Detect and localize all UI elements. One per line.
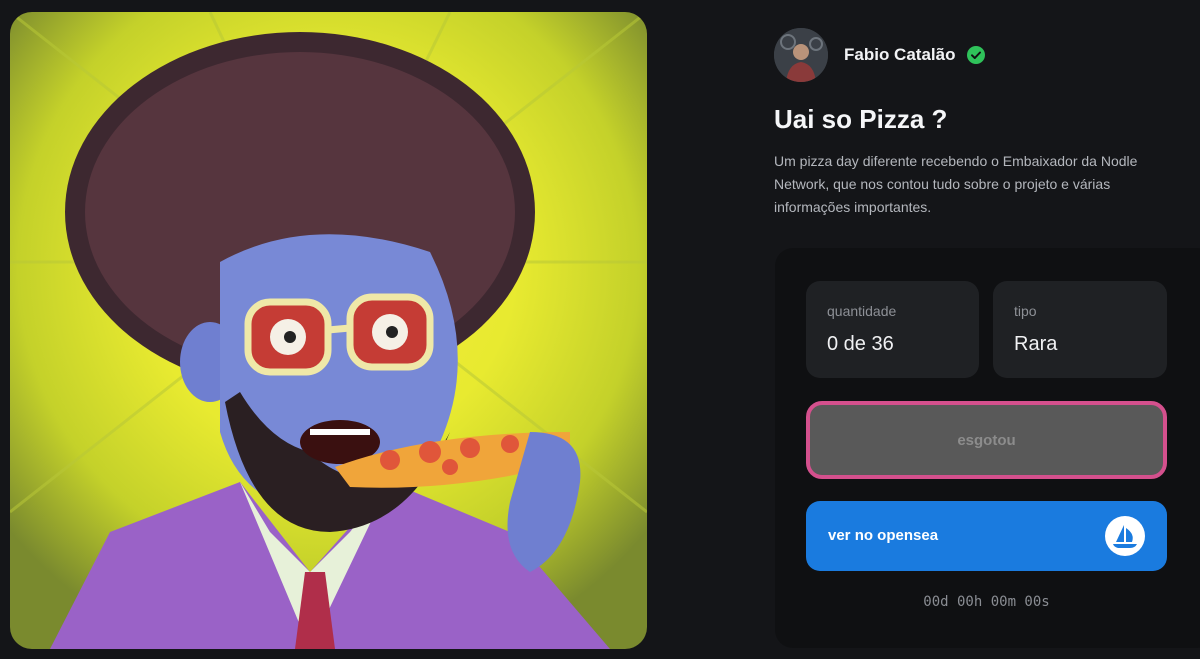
creator-name[interactable]: Fabio Catalão: [844, 45, 955, 65]
view-on-opensea-button[interactable]: ver no opensea: [806, 501, 1167, 571]
nft-artwork-illustration: [10, 12, 647, 649]
opensea-button-label: ver no opensea: [828, 527, 939, 544]
quantity-card: quantidade 0 de 36: [806, 281, 979, 378]
quantity-value: 0 de 36: [827, 333, 894, 355]
sold-out-button[interactable]: esgotou: [806, 401, 1167, 479]
nft-artwork: [10, 12, 647, 649]
quantity-label: quantidade: [827, 303, 897, 319]
opensea-logo-icon: [1105, 516, 1145, 556]
creator-avatar-image: [774, 28, 828, 82]
nft-title: Uai so Pizza ?: [774, 104, 948, 134]
type-value: Rara: [1014, 333, 1058, 355]
type-card: tipo Rara: [993, 281, 1167, 378]
countdown-timer: 00d 00h 00m 00s: [923, 594, 1050, 610]
verified-check-icon: [967, 46, 986, 64]
creator-info[interactable]: Fabio Catalão: [774, 28, 986, 82]
type-label: tipo: [1014, 303, 1037, 319]
creator-avatar[interactable]: [774, 28, 828, 82]
nft-description: Um pizza day diferente recebendo o Embai…: [774, 153, 1138, 215]
